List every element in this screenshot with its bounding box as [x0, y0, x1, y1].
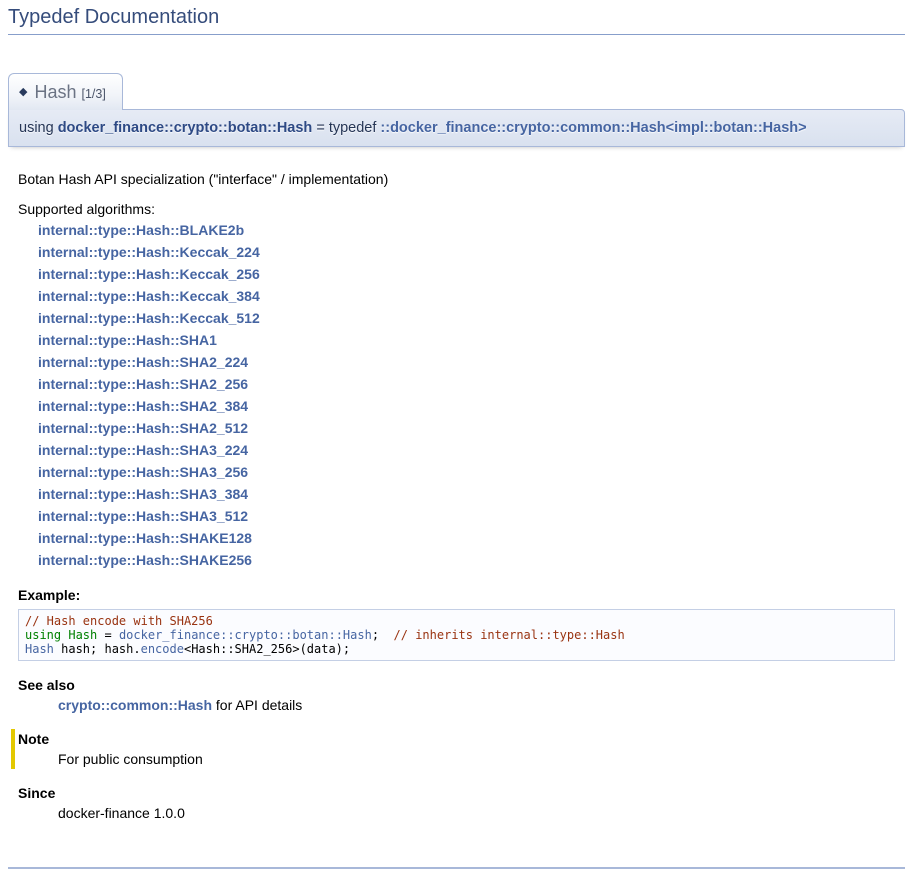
- code-token-comment: // Hash encode with SHA256: [25, 614, 213, 628]
- see-also-content: crypto::common::Hash for API details: [58, 697, 895, 713]
- permalink-anchor-icon[interactable]: ◆: [19, 86, 27, 98]
- doc-page: Typedef Documentation ◆ Hash [1/3] using d…: [0, 0, 913, 873]
- proto-target-type-link[interactable]: ::docker_finance::crypto::common::Hash<i…: [380, 120, 806, 136]
- algorithm-link[interactable]: internal::type::Hash::SHA2_256: [38, 373, 895, 395]
- code-line: Hash hash; hash.encode<Hash::SHA2_256>(d…: [25, 642, 888, 656]
- code-link[interactable]: docker_finance::crypto::botan::Hash: [119, 628, 372, 642]
- code-link[interactable]: Hash: [25, 642, 54, 656]
- overload-index: [1/3]: [82, 87, 106, 101]
- code-token-comment: // inherits internal::type::Hash: [394, 628, 625, 642]
- proto-equals-typedef: = typedef: [312, 120, 380, 136]
- member-item: ◆Hash[1/3] using docker_finance::crypto:…: [8, 73, 905, 821]
- footer-divider: [8, 867, 905, 869]
- code-token-plain: ;: [372, 628, 394, 642]
- algorithm-link[interactable]: internal::type::Hash::Keccak_224: [38, 241, 895, 263]
- algorithm-link[interactable]: internal::type::Hash::SHA1: [38, 329, 895, 351]
- code-token-plain: =: [97, 628, 119, 642]
- see-also-section: See also crypto::common::Hash for API de…: [18, 677, 895, 713]
- algorithm-link[interactable]: internal::type::Hash::SHA3_384: [38, 483, 895, 505]
- algorithm-link[interactable]: internal::type::Hash::Keccak_512: [38, 307, 895, 329]
- algorithm-link[interactable]: internal::type::Hash::SHA2_224: [38, 351, 895, 373]
- code-block: // Hash encode with SHA256using Hash = d…: [18, 609, 895, 661]
- since-section: Since docker-finance 1.0.0: [18, 785, 895, 821]
- proto-using-keyword: using: [19, 120, 58, 136]
- proto-typedef-name: docker_finance::crypto::botan::Hash: [58, 120, 313, 136]
- code-line: using Hash = docker_finance::crypto::bot…: [25, 628, 888, 642]
- algorithm-link[interactable]: internal::type::Hash::SHA3_256: [38, 461, 895, 483]
- algorithm-link[interactable]: internal::type::Hash::SHA2_512: [38, 417, 895, 439]
- example-section: Example:: [18, 587, 895, 603]
- algorithm-link[interactable]: internal::type::Hash::SHA3_224: [38, 439, 895, 461]
- code-token-plain: <Hash::SHA2_256>(data);: [184, 642, 350, 656]
- algorithm-link[interactable]: internal::type::Hash::SHA2_384: [38, 395, 895, 417]
- note-section: Note For public consumption: [11, 729, 895, 769]
- since-text: docker-finance 1.0.0: [58, 805, 895, 821]
- algorithm-link[interactable]: internal::type::Hash::SHAKE256: [38, 549, 895, 571]
- code-token-plain: hash; hash.: [54, 642, 141, 656]
- algorithm-link[interactable]: internal::type::Hash::Keccak_256: [38, 263, 895, 285]
- code-link[interactable]: encode: [141, 642, 184, 656]
- algorithm-link[interactable]: internal::type::Hash::SHA3_512: [38, 505, 895, 527]
- supported-algorithms-label: Supported algorithms:: [18, 201, 895, 217]
- member-title-tab: ◆ Hash [1/3]: [8, 73, 123, 110]
- member-name: Hash: [34, 82, 76, 102]
- note-text: For public consumption: [58, 751, 895, 767]
- see-also-text: for API details: [212, 697, 302, 713]
- brief-description: Botan Hash API specialization ("interfac…: [18, 171, 895, 187]
- member-doc: Botan Hash API specialization ("interfac…: [8, 147, 905, 821]
- member-prototype: using docker_finance::crypto::botan::Has…: [8, 109, 905, 147]
- algorithm-link[interactable]: internal::type::Hash::Keccak_384: [38, 285, 895, 307]
- algorithm-link[interactable]: internal::type::Hash::BLAKE2b: [38, 219, 895, 241]
- example-label: Example:: [18, 587, 895, 603]
- code-token-keyword: using: [25, 628, 61, 642]
- note-label: Note: [18, 731, 895, 747]
- see-also-link[interactable]: crypto::common::Hash: [58, 697, 212, 713]
- since-label: Since: [18, 785, 895, 801]
- code-token-keyword: Hash: [68, 628, 97, 642]
- see-also-label: See also: [18, 677, 895, 693]
- code-line: // Hash encode with SHA256: [25, 614, 888, 628]
- algorithm-list: internal::type::Hash::BLAKE2binternal::t…: [38, 219, 895, 571]
- section-title: Typedef Documentation: [8, 2, 905, 35]
- algorithm-link[interactable]: internal::type::Hash::SHAKE128: [38, 527, 895, 549]
